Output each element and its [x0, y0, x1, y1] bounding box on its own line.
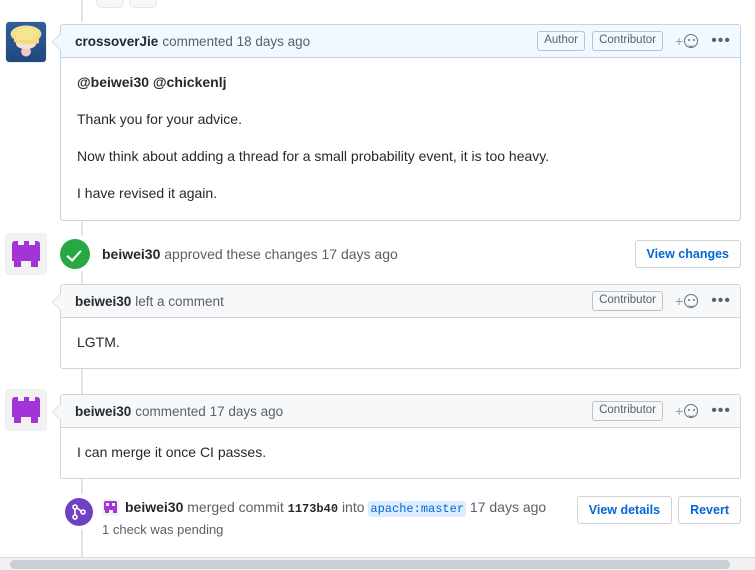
comment-paragraph: Thank you for your advice. — [77, 109, 724, 130]
reaction-pill[interactable] — [129, 0, 157, 8]
comment-action: left a comment — [135, 294, 224, 309]
timeline-connector — [81, 367, 83, 396]
approved-check-icon — [60, 239, 90, 269]
comment-author[interactable]: beiwei30 — [75, 294, 131, 309]
reaction-pill[interactable] — [96, 0, 124, 8]
approval-author[interactable]: beiwei30 — [102, 246, 160, 262]
pull-request-timeline: crossoverJie commented 18 days ago Autho… — [0, 0, 755, 570]
view-changes-button[interactable]: View changes — [635, 240, 741, 268]
comment-beiwei30-review: beiwei30 left a comment Contributor + ••… — [60, 284, 741, 369]
timeline-connector — [81, 478, 83, 498]
comment-menu-button[interactable]: ••• — [711, 296, 731, 306]
comment-timestamp: commented 17 days ago — [135, 404, 283, 419]
commit-sha[interactable]: 1173b40 — [288, 502, 338, 516]
avatar-crossoverjie[interactable] — [6, 22, 46, 62]
avatar-beiwei30-approval[interactable] — [6, 234, 46, 274]
merge-author[interactable]: beiwei30 — [125, 499, 183, 515]
comment-header: beiwei30 left a comment Contributor + ••… — [61, 285, 740, 318]
comment-body: @beiwei30 @chickenlj Thank you for your … — [61, 58, 740, 220]
approval-action: approved these changes 17 days ago — [164, 246, 398, 262]
plus-icon: + — [675, 403, 683, 419]
merge-check-status: 1 check was pending — [102, 522, 546, 537]
badge-author: Author — [537, 31, 585, 51]
comment-beiwei30-merge-note: beiwei30 commented 17 days ago Contribut… — [60, 394, 741, 479]
git-merge-icon — [65, 498, 93, 526]
add-reaction-button[interactable]: + — [675, 403, 698, 419]
comment-header: beiwei30 commented 17 days ago Contribut… — [61, 395, 740, 428]
smiley-icon — [684, 294, 698, 308]
comment-paragraph: LGTM. — [77, 332, 724, 353]
identicon-avatar — [6, 234, 46, 274]
identicon-avatar — [6, 390, 46, 430]
approval-text: beiwei30 approved these changes 17 days … — [102, 246, 398, 262]
scrollbar-thumb[interactable] — [10, 560, 730, 569]
comment-mentions: @beiwei30 @chickenlj — [77, 72, 724, 93]
comment-crossoverjie: crossoverJie commented 18 days ago Autho… — [60, 24, 741, 221]
revert-button[interactable]: Revert — [678, 496, 741, 524]
merge-event-row: beiwei30 merged commit 1173b40 into apac… — [60, 496, 741, 540]
branch-ref[interactable]: apache:master — [368, 501, 466, 517]
merge-timestamp: 17 days ago — [470, 499, 546, 515]
merge-actions: View details Revert — [577, 496, 741, 524]
comment-body: I can merge it once CI passes. — [61, 428, 740, 478]
merge-verb: merged commit — [187, 499, 283, 515]
comment-paragraph: I can merge it once CI passes. — [77, 442, 724, 463]
badge-contributor: Contributor — [592, 291, 663, 311]
badge-contributor: Contributor — [592, 31, 663, 51]
avatar-beiwei30-comment[interactable] — [6, 390, 46, 430]
plus-icon: + — [675, 33, 683, 49]
comment-header: crossoverJie commented 18 days ago Autho… — [61, 25, 740, 58]
comment-author[interactable]: beiwei30 — [75, 404, 131, 419]
horizontal-scrollbar[interactable] — [0, 557, 755, 570]
comment-paragraph: Now think about adding a thread for a sm… — [77, 146, 724, 167]
timeline-connector — [81, 0, 83, 22]
comment-menu-button[interactable]: ••• — [711, 406, 731, 416]
add-reaction-button[interactable]: + — [675, 33, 698, 49]
reaction-row-partial — [96, 0, 157, 8]
add-reaction-button[interactable]: + — [675, 293, 698, 309]
merge-text-block: beiwei30 merged commit 1173b40 into apac… — [102, 496, 546, 537]
identicon-avatar-small — [102, 499, 119, 516]
plus-icon: + — [675, 293, 683, 309]
avatar-image — [6, 22, 46, 62]
comment-body: LGTM. — [61, 318, 740, 368]
view-details-button[interactable]: View details — [577, 496, 672, 524]
comment-paragraph: I have revised it again. — [77, 183, 724, 204]
smiley-icon — [684, 34, 698, 48]
comment-author[interactable]: crossoverJie — [75, 34, 158, 49]
smiley-icon — [684, 404, 698, 418]
merge-summary: beiwei30 merged commit 1173b40 into apac… — [102, 499, 546, 516]
approval-event-row: beiwei30 approved these changes 17 days … — [60, 239, 741, 269]
merge-preposition: into — [342, 499, 365, 515]
badge-contributor: Contributor — [592, 401, 663, 421]
comment-timestamp: commented 18 days ago — [162, 34, 310, 49]
comment-menu-button[interactable]: ••• — [711, 36, 731, 46]
